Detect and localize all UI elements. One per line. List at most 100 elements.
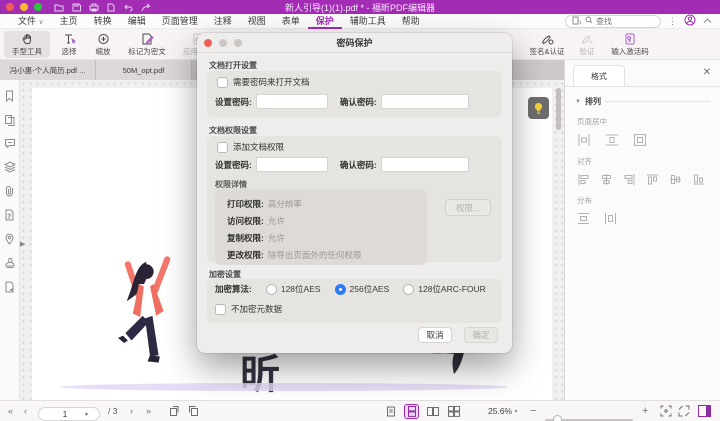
cancel-button[interactable]: 取消 (418, 327, 452, 343)
page-number-input[interactable] (45, 410, 85, 419)
panel-expander-icon[interactable]: ▶ (20, 240, 25, 248)
menu-comment[interactable]: 注释 (206, 14, 240, 29)
align-center-icon[interactable] (600, 173, 613, 186)
undo-icon[interactable] (123, 3, 133, 12)
fit-width-icon[interactable] (660, 401, 672, 421)
single-page-view-icon[interactable] (384, 405, 397, 418)
destinations-icon[interactable] (4, 233, 15, 245)
search-input[interactable] (596, 17, 648, 26)
document-tab-2[interactable]: 50M_opt.pdf (96, 60, 192, 80)
distribute-horizontal-icon[interactable] (604, 212, 617, 225)
align-middle-icon[interactable] (669, 173, 682, 186)
find-box[interactable] (565, 15, 661, 28)
center-vertical-icon[interactable] (577, 133, 591, 147)
print-icon[interactable] (89, 3, 99, 12)
align-left-icon[interactable] (577, 173, 590, 186)
arrange-label: 排列 (585, 96, 601, 107)
perm-set-password-input[interactable] (256, 157, 328, 172)
menu-home[interactable]: 主页 (52, 14, 86, 29)
hand-tool-button[interactable]: 手型工具 (4, 31, 50, 58)
next-page-icon[interactable]: › (130, 401, 133, 421)
menu-form[interactable]: 表单 (274, 14, 308, 29)
radio-256-aes[interactable]: 256位AES (335, 283, 390, 295)
signature-panel-icon[interactable] (4, 281, 15, 293)
account-avatar[interactable] (684, 14, 696, 28)
window-close-button[interactable] (6, 3, 14, 11)
window-minimize-button[interactable] (20, 3, 28, 11)
bookmarks-icon[interactable] (4, 90, 15, 102)
permissions-button[interactable]: 权限... (445, 199, 491, 216)
last-page-icon[interactable]: » (146, 401, 151, 421)
menu-edit[interactable]: 编辑 (120, 14, 154, 29)
menu-file[interactable]: 文件 ∨ (10, 14, 52, 29)
close-icon[interactable]: ✕ (703, 68, 711, 78)
previous-page-icon[interactable]: ‹ (24, 401, 27, 421)
verify-button[interactable]: 验证 (574, 31, 600, 58)
align-bottom-icon[interactable] (692, 173, 705, 186)
add-permission-checkbox[interactable]: 添加文档权限 (217, 141, 284, 153)
zoom-out-icon[interactable]: − (530, 401, 536, 421)
menu-accessibility[interactable]: 辅助工具 (342, 14, 394, 29)
menu-help[interactable]: 帮助 (394, 14, 428, 29)
more-options-icon[interactable]: ⋮ (668, 16, 677, 27)
page-thumbnails-icon[interactable] (4, 114, 15, 126)
facing-view-icon[interactable] (426, 405, 439, 418)
align-top-icon[interactable] (646, 173, 659, 186)
new-document-icon[interactable] (107, 3, 115, 12)
center-horizontal-icon[interactable] (605, 133, 619, 147)
tab-format[interactable]: 格式 (573, 65, 625, 86)
select-tool-button[interactable]: 选择 (54, 31, 84, 58)
zoom-in-icon[interactable]: + (642, 401, 648, 421)
align-right-icon[interactable] (623, 173, 636, 186)
save-icon[interactable] (72, 3, 81, 12)
perm-confirm-password-input[interactable] (381, 157, 469, 172)
rotate-right-icon[interactable] (188, 401, 200, 421)
document-tab-1[interactable]: 冯小惠-个人简历.pdf ... (0, 60, 96, 80)
collapse-toolbar-icon[interactable] (703, 16, 712, 26)
menu-page-management[interactable]: 页面管理 (154, 14, 206, 29)
redo-icon[interactable] (141, 3, 151, 12)
quad-view-icon[interactable] (447, 405, 460, 418)
radio-128-aes-label: 128位AES (281, 283, 321, 295)
page-number-field[interactable]: ▾ (38, 407, 100, 421)
radio-128-aes[interactable]: 128位AES (266, 283, 321, 295)
open-folder-icon[interactable] (54, 3, 64, 12)
access-permission-value: 允许 (268, 215, 285, 227)
require-open-password-checkbox[interactable]: 需要密码来打开文档 (217, 76, 310, 88)
menu-view[interactable]: 视图 (240, 14, 274, 29)
zoom-level-dropdown[interactable]: 25.6% ▾ (488, 401, 518, 421)
ok-button[interactable]: 确定 (464, 327, 498, 343)
comments-icon[interactable] (4, 138, 16, 149)
stamps-icon[interactable] (4, 257, 16, 269)
no-metadata-encryption-checkbox[interactable]: 不加密元数据 (215, 303, 282, 315)
menu-convert[interactable]: 转换 (86, 14, 120, 29)
vertical-scrollbar[interactable] (556, 88, 561, 130)
fields-icon[interactable] (4, 209, 15, 221)
mark-redact-button[interactable]: 标记为密文 (122, 31, 172, 58)
zoom-slider-knob[interactable] (553, 415, 562, 421)
layers-icon[interactable] (4, 161, 16, 173)
zoom-tool-button[interactable]: 缩放 (88, 31, 118, 58)
navigation-rail (0, 80, 20, 400)
open-confirm-password-input[interactable] (381, 94, 469, 109)
attachments-icon[interactable] (4, 185, 15, 197)
fullscreen-icon[interactable] (678, 401, 690, 421)
lightbulb-icon (533, 102, 544, 115)
activation-code-button[interactable]: 输入激活码 (604, 31, 656, 58)
center-both-icon[interactable] (633, 133, 647, 147)
dialog-header: 密码保护 (197, 33, 512, 53)
radio-128-arcfour[interactable]: 128位ARC-FOUR (403, 283, 486, 295)
continuous-view-icon[interactable] (405, 405, 418, 418)
rotate-left-icon[interactable] (168, 401, 180, 421)
open-set-password-input[interactable] (256, 94, 328, 109)
side-panel-toggle-icon[interactable] (698, 401, 711, 421)
first-page-icon[interactable]: « (8, 401, 13, 421)
hint-bulb-button[interactable] (528, 97, 549, 119)
sign-certify-button[interactable]: 签名&认证 (524, 31, 570, 58)
find-options-icon[interactable] (572, 16, 582, 27)
menu-protect[interactable]: 保护 (308, 14, 342, 29)
permission-settings-label: 文档权限设置 (209, 125, 257, 136)
distribute-vertical-icon[interactable] (577, 212, 590, 225)
window-zoom-button[interactable] (34, 3, 42, 11)
arrange-section-header[interactable]: ▼ 排列 (575, 96, 710, 107)
